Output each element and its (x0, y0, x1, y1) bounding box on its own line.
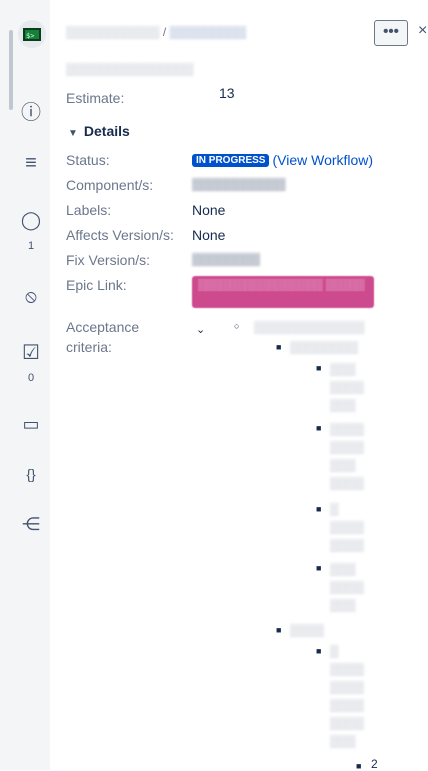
checklist-icon[interactable]: ☑ (19, 340, 43, 365)
list-item: ▒▒▒▒ (330, 716, 365, 730)
status-badge[interactable]: IN PROGRESS (192, 154, 270, 167)
list-item: ▒▒▒▒ (330, 662, 365, 676)
comment-icon[interactable]: ◯ (19, 210, 43, 231)
list-bullet-square: ■ (316, 563, 322, 573)
component-value[interactable]: ▒▒▒▒▒▒▒▒▒▒▒ (192, 177, 286, 191)
breadcrumb: ▒▒▒▒▒▒▒▒▒▒▒ / ▒▒▒▒▒▒▒▒▒ (66, 25, 246, 39)
affects-version-label: Affects Version/s: (66, 227, 174, 243)
list-item: ▒▒▒▒ (330, 380, 365, 394)
chevron-down-icon: ▼ (68, 128, 78, 139)
issue-summary[interactable]: ▒▒▒▒▒▒▒▒▒▒▒▒▒▒▒ (66, 62, 194, 76)
list-bullet-square: ■ (276, 342, 282, 352)
rail-scrollbar[interactable] (9, 30, 13, 110)
info-icon[interactable]: ⓘ (19, 96, 43, 125)
list-item: ▒▒▒▒ (330, 538, 365, 552)
breadcrumb-project[interactable]: ▒▒▒▒▒▒▒▒▒▒▒ (66, 25, 160, 39)
list-item: ▒▒▒▒ (330, 520, 365, 534)
criteria-level2-text: ▒▒▒▒ (290, 623, 325, 637)
close-icon[interactable]: × (418, 22, 427, 40)
estimate-label: Estimate: (66, 90, 125, 106)
list-item: ▒▒▒▒ (330, 422, 365, 436)
terminal-icon: $> (23, 27, 41, 41)
criteria-level1-text: ▒▒▒▒▒▒▒▒▒▒▒▒▒ (254, 320, 365, 334)
attachment-icon[interactable]: ⦸ (19, 286, 43, 307)
chevron-down-icon[interactable]: ⌄ (196, 323, 205, 336)
status-field: IN PROGRESS (View Workflow) (192, 152, 373, 168)
list-bullet-square: ■ (316, 646, 322, 656)
list-item: ▒▒▒ (330, 598, 356, 612)
list-item: ▒ (330, 502, 339, 516)
affects-version-value[interactable]: None (192, 227, 225, 243)
calendar-icon[interactable]: ▭ (19, 414, 43, 435)
list-bullet-square: ■ (276, 625, 282, 635)
checklist-count: 0 (27, 372, 35, 384)
list-bullet-square: ■ (316, 423, 322, 433)
comment-count: 1 (27, 240, 35, 252)
list-bullet-hollow: ○ (234, 321, 240, 331)
epic-link-lozenge[interactable]: ▒▒▒▒▒▒▒▒▒▒▒▒▒▒▒▒ ▒▒▒▒▒ (192, 276, 374, 308)
fix-version-value[interactable]: ▒▒▒▒▒▒▒▒ (192, 252, 260, 266)
list-item: ▒▒▒▒ (330, 698, 365, 712)
list-item: ▒▒▒ (330, 458, 356, 472)
acceptance-criteria-label-line2: criteria: (66, 339, 112, 355)
breadcrumb-separator: / (162, 25, 167, 39)
list-item: ▒▒▒ (330, 562, 356, 576)
status-label: Status: (66, 152, 110, 168)
list-item: ▒ (330, 644, 339, 658)
labels-value[interactable]: None (192, 202, 225, 218)
breadcrumb-issue[interactable]: ▒▒▒▒▒▒▒▒▒ (170, 25, 247, 39)
list-bullet-square: ■ (316, 363, 322, 373)
list-item: 2 (371, 757, 378, 771)
fix-version-label: Fix Version/s: (66, 252, 151, 268)
nodes-icon[interactable]: ⋲ (19, 514, 43, 535)
list-item: ▒▒▒▒ (330, 680, 365, 694)
list-item: ▒▒▒▒ (330, 440, 365, 454)
braces-icon[interactable]: {} (19, 466, 43, 482)
estimate-value: 13 (219, 85, 235, 101)
labels-label: Labels: (66, 202, 112, 218)
list-item: ▒▒▒ (330, 398, 356, 412)
list-bullet-square: ■ (316, 504, 322, 514)
epic-link-label: Epic Link: (66, 277, 127, 293)
list-item: ▒▒▒ (330, 362, 356, 376)
more-actions-button[interactable]: ••• (374, 20, 408, 46)
acceptance-criteria-label-line1: Acceptance (66, 319, 140, 335)
list-item: ▒▒▒▒ (330, 476, 365, 490)
details-title: Details (83, 123, 130, 139)
criteria-level2-text: ▒▒▒▒▒▒▒▒ (290, 340, 359, 354)
app-logo[interactable]: $> (18, 20, 46, 48)
details-toggle[interactable]: ▼ Details (68, 123, 130, 139)
view-workflow-link[interactable]: (View Workflow) (272, 152, 373, 168)
filter-lines-icon[interactable]: ≡ (19, 152, 43, 175)
list-item: ▒▒▒▒ (330, 580, 365, 594)
component-label: Component/s: (66, 177, 154, 193)
list-item: ▒▒▒ (330, 734, 356, 748)
